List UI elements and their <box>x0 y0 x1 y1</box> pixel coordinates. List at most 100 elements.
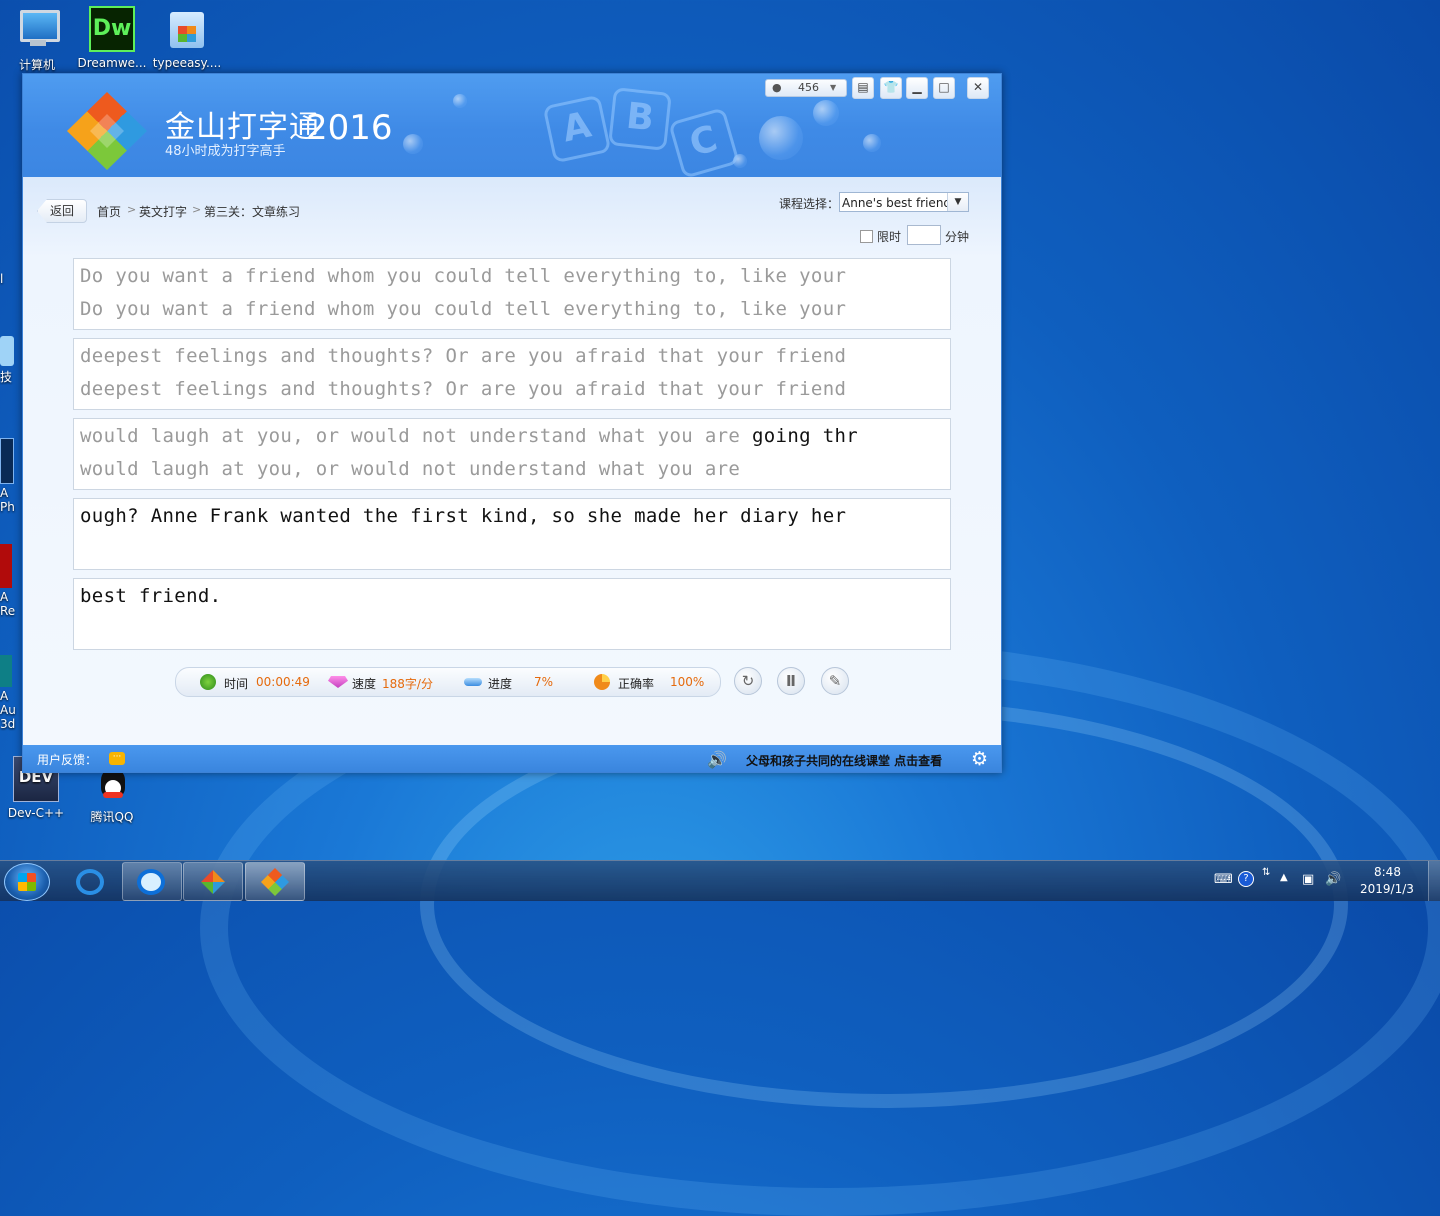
app-footer: 用户反馈： ··· 🔊 父母和孩子共同的在线课堂 点击查看 ⚙ <box>23 745 1001 772</box>
desktop-icon-label: Dreamwe... <box>77 56 147 70</box>
shirt-icon: 👕 <box>883 80 899 94</box>
minimize-icon: ▁ <box>912 80 922 94</box>
speaker-icon[interactable]: 🔊 <box>707 750 727 769</box>
report-button[interactable]: ✎ <box>821 667 849 695</box>
accuracy-label: 正确率 <box>618 677 655 691</box>
typing-line[interactable]: ough? Anne Frank wanted the first kind, … <box>73 498 951 570</box>
source-text: would laugh at you, or would not underst… <box>80 425 859 447</box>
typing-line[interactable]: deepest feelings and thoughts? Or are yo… <box>73 338 951 410</box>
feedback-label: 用户反馈： <box>37 753 98 767</box>
banner-bubble <box>759 116 803 160</box>
show-hidden-icons[interactable]: ▲ <box>1280 872 1288 883</box>
computer-icon <box>14 6 60 52</box>
speed-value: 188字/分 <box>382 677 433 691</box>
skin-button[interactable]: 👕 <box>880 77 902 99</box>
brand-year: 2016 <box>306 108 393 148</box>
time-limit-checkbox[interactable] <box>860 230 873 243</box>
help-icon[interactable]: ? <box>1238 871 1254 887</box>
time-label: 时间 <box>224 677 249 691</box>
user-account-button[interactable]: ● 456 ▼ <box>765 79 847 97</box>
breadcrumb-current: 第三关：文章练习 <box>204 205 301 219</box>
source-text: deepest feelings and thoughts? Or are yo… <box>80 345 847 367</box>
taskbar-browser-button[interactable] <box>122 862 182 901</box>
pause-button[interactable]: Ⅱ <box>777 667 805 695</box>
accuracy-pie-icon <box>594 674 610 690</box>
time-value: 00:00:49 <box>256 675 310 689</box>
browser-icon <box>137 869 165 895</box>
volume-icon[interactable]: 🔊 <box>1325 872 1341 887</box>
stats-bar: 时间 00:00:49 速度 188字/分 进度 7% 正确率 100% <box>175 667 721 697</box>
time-limit-unit: 分钟 <box>945 230 970 244</box>
accuracy-value: 100% <box>670 675 705 689</box>
maximize-button[interactable]: □ <box>933 77 955 99</box>
taskbar-ie-button[interactable] <box>61 862 121 901</box>
pause-icon: Ⅱ <box>786 672 796 690</box>
banner-bubble <box>403 134 423 154</box>
dreamweaver-icon: Dw <box>89 6 135 52</box>
banner-letter-b: B <box>608 87 672 151</box>
source-text: best friend. <box>80 585 222 607</box>
internet-explorer-icon <box>76 869 104 895</box>
desktop-icon-label: 计算机 <box>18 58 55 72</box>
clock-date[interactable]: 2019/1/3 <box>1360 882 1414 896</box>
source-text: ough? Anne Frank wanted the first kind, … <box>80 505 847 527</box>
restart-button[interactable]: ↻ <box>734 667 762 695</box>
typed-text: Do you want a friend whom you could tell… <box>80 298 847 320</box>
desktop-icon-partial[interactable]: A Au 3d <box>0 655 22 731</box>
typing-line-active[interactable]: would laugh at you, or would not underst… <box>73 418 951 490</box>
desktop-icon-qq[interactable]: 腾讯QQ <box>77 766 147 825</box>
chat-bubble-icon[interactable]: ··· <box>109 752 125 765</box>
minimize-button[interactable]: ▁ <box>906 77 928 99</box>
desktop-icon-partial[interactable]: l <box>0 272 22 286</box>
breadcrumb-english-typing[interactable]: 英文打字 <box>139 203 187 220</box>
typing-app-window: A B C 金山打字通 2016 48小时成为打字高手 ● 456 ▼ ▤ 👕 … <box>22 73 1002 773</box>
keyboard-icon[interactable]: ⌨ <box>1214 872 1233 887</box>
desktop-icon-partial[interactable]: A Ph <box>0 438 22 514</box>
typed-text: deepest feelings and thoughts? Or are yo… <box>80 378 847 400</box>
network-icon[interactable]: ▣ <box>1302 872 1314 887</box>
app-banner: A B C 金山打字通 2016 48小时成为打字高手 ● 456 ▼ ▤ 👕 … <box>23 74 1001 177</box>
time-limit-input[interactable] <box>907 225 941 245</box>
taskbar-typeeasy-button[interactable] <box>245 862 305 901</box>
desktop-icon-partial[interactable]: A Re <box>0 544 22 618</box>
progress-icon <box>464 678 482 686</box>
practice-content: 返回 首页 > 英文打字 > 第三关：文章练习 课程选择： Anne's bes… <box>23 177 1001 745</box>
time-limit-label: 限时 <box>877 230 902 244</box>
user-icon: ● <box>772 81 782 94</box>
desktop-icon-dreamweaver[interactable]: Dw Dreamwe... <box>77 6 147 70</box>
close-button[interactable]: ✕ <box>967 77 989 99</box>
report-icon: ✎ <box>828 672 842 690</box>
progress-label: 进度 <box>488 677 513 691</box>
speed-label: 速度 <box>352 677 377 691</box>
typed-text[interactable]: would laugh at you, or would not underst… <box>80 458 740 480</box>
start-button[interactable] <box>4 863 50 901</box>
desktop-icon-typeeasy[interactable]: typeeasy.... <box>152 6 222 70</box>
typeeasy-icon <box>261 868 289 896</box>
online-class-link[interactable]: 父母和孩子共同的在线课堂 点击查看 <box>746 752 942 769</box>
speed-diamond-icon <box>328 676 348 688</box>
show-desktop-button[interactable] <box>1428 861 1440 901</box>
taskbar-app-button[interactable] <box>183 862 243 901</box>
typing-line[interactable]: Do you want a friend whom you could tell… <box>73 258 951 330</box>
notes-button[interactable]: ▤ <box>852 77 874 99</box>
gear-icon[interactable]: ⚙ <box>971 748 988 770</box>
clock-time[interactable]: 8:48 <box>1374 865 1401 879</box>
course-select[interactable]: Anne's best friend ▼ <box>839 192 969 212</box>
back-button[interactable]: 返回 <box>37 199 87 223</box>
breadcrumb-home[interactable]: 首页 <box>97 203 121 220</box>
desktop-icon-computer[interactable]: 计算机 <box>2 6 72 73</box>
source-text: Do you want a friend whom you could tell… <box>80 265 847 287</box>
language-bar-icon[interactable]: ⇅ <box>1262 867 1270 878</box>
breadcrumb-separator: > <box>192 203 202 216</box>
course-select-label: 课程选择： <box>779 197 840 211</box>
desktop-icon-partial[interactable]: 技 <box>0 336 22 385</box>
course-select-value: Anne's best friend <box>842 196 952 210</box>
app-pinwheel-icon <box>201 870 225 894</box>
desktop-icon-label: Dev-C++ <box>7 806 65 820</box>
banner-bubble <box>813 100 839 126</box>
user-name: 456 <box>798 81 819 94</box>
windows-logo-icon <box>18 873 36 891</box>
typing-line[interactable]: best friend. <box>73 578 951 650</box>
chevron-down-icon[interactable]: ▼ <box>947 193 968 211</box>
brand-subtitle: 48小时成为打字高手 <box>165 144 286 159</box>
